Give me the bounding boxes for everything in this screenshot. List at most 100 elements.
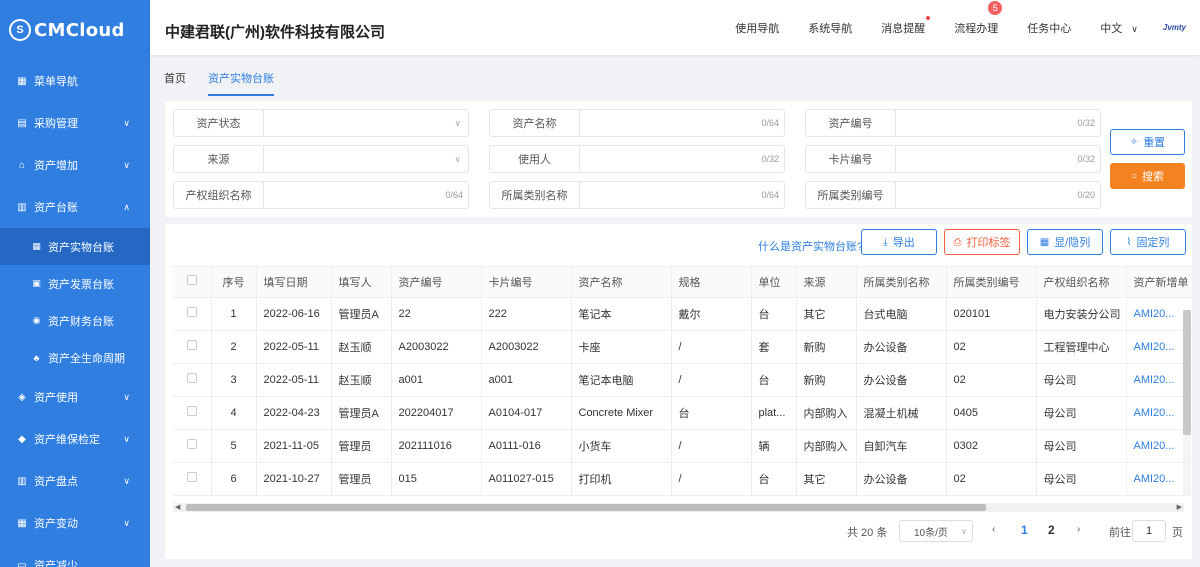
col-header[interactable]: 单位 bbox=[751, 267, 797, 298]
nav-process[interactable]: 流程办理 5 bbox=[954, 0, 1003, 36]
cube-icon: ◆ bbox=[18, 433, 26, 445]
table-cell: 台 bbox=[751, 462, 797, 496]
table-cell: / bbox=[671, 330, 752, 364]
sidebar-item-purchase[interactable]: ▤ 采购管理 ∨ bbox=[0, 102, 150, 144]
scroll-thumb[interactable] bbox=[186, 504, 986, 511]
sidebar-item-asset-ledger[interactable]: ▥ 资产台账 ∧ bbox=[0, 186, 150, 228]
table-row[interactable]: 5 2021-11-05 管理员 202111016 A0111-016 小货车 / 辆内部购… bbox=[173, 429, 1192, 463]
chevron-down-icon: ∨ bbox=[454, 117, 461, 128]
asset-status-select[interactable]: 资产状态 ∨ bbox=[173, 109, 469, 137]
table-cell: / bbox=[671, 429, 752, 463]
row-checkbox-cell[interactable] bbox=[173, 396, 212, 430]
asset-code-input[interactable]: 资产编号 0/32 bbox=[805, 109, 1101, 137]
checkbox[interactable] bbox=[186, 472, 197, 482]
col-header[interactable]: 资产名称 bbox=[571, 267, 672, 298]
checkbox[interactable] bbox=[186, 340, 197, 350]
category-name-input[interactable]: 所属类别名称 0/64 bbox=[489, 181, 785, 209]
scroll-thumb[interactable] bbox=[1183, 310, 1191, 435]
table-row[interactable]: 4 2022-04-23 管理员A 202204017 A0104-017 Concret… bbox=[173, 396, 1192, 430]
col-header[interactable]: 来源 bbox=[796, 267, 857, 298]
table-cell: 2022-04-23 bbox=[256, 396, 332, 430]
field-label: 所属类别编号 bbox=[806, 182, 896, 208]
table-row[interactable]: 6 2021-10-27 管理员 015 A011027-015 打印机 / 台其它 办公设备 0… bbox=[173, 462, 1192, 496]
nav-messages[interactable]: 消息提醒 bbox=[881, 15, 931, 36]
row-checkbox-cell[interactable] bbox=[173, 462, 212, 496]
user-input[interactable]: 使用人 0/32 bbox=[489, 145, 785, 173]
col-header[interactable]: 所属类别编号 bbox=[946, 267, 1037, 298]
sidebar-item-asset-use[interactable]: ◈ 资产使用 ∨ bbox=[0, 376, 150, 418]
print-label-button[interactable]: ⎙ 打印标签 bbox=[944, 229, 1020, 255]
field-label: 资产状态 bbox=[174, 110, 264, 136]
asset-name-input[interactable]: 资产名称 0/64 bbox=[489, 109, 785, 137]
checkbox[interactable] bbox=[186, 373, 197, 383]
source-select[interactable]: 来源 ∨ bbox=[173, 145, 469, 173]
sidebar-item-maintenance[interactable]: ◆ 资产维保检定 ∨ bbox=[0, 418, 150, 460]
checkbox[interactable] bbox=[186, 307, 197, 317]
sidebar-subitem-physical-ledger[interactable]: ▦ 资产实物台账 bbox=[0, 228, 150, 265]
sidebar-subitem-invoice-ledger[interactable]: ▣ 资产发票台账 bbox=[0, 265, 150, 302]
page-number[interactable]: 2 bbox=[1048, 523, 1055, 537]
checkbox[interactable] bbox=[186, 406, 197, 416]
table-row[interactable]: 1 2022-06-16 管理员A 22 222 笔记本 戴尔台其它 台式电脑 020101 电力… bbox=[173, 297, 1192, 331]
horizontal-scrollbar[interactable]: ◀ ▶ bbox=[173, 503, 1184, 512]
org-name-input[interactable]: 产权组织名称 0/64 bbox=[173, 181, 469, 209]
nav-system-guide[interactable]: 系统导航 bbox=[808, 20, 852, 36]
page-size-select[interactable]: 10条/页 ∨ bbox=[899, 520, 973, 542]
reset-button[interactable]: ✧ 重置 bbox=[1110, 129, 1185, 155]
row-checkbox-cell[interactable] bbox=[173, 297, 212, 331]
export-button[interactable]: ⤓ 导出 bbox=[861, 229, 937, 255]
table-cell: A2003022 bbox=[391, 330, 482, 364]
sidebar-item-asset-change[interactable]: ▦ 资产变动 ∨ bbox=[0, 502, 150, 544]
select-all-checkbox[interactable] bbox=[173, 267, 212, 298]
col-header[interactable]: 产权组织名称 bbox=[1036, 267, 1127, 298]
grid-icon: ▦ bbox=[32, 241, 41, 251]
sidebar-subitem-lifecycle[interactable]: ♣ 资产全生命周期 bbox=[0, 339, 150, 376]
checkbox[interactable] bbox=[186, 439, 197, 449]
vertical-scrollbar[interactable] bbox=[1183, 310, 1191, 496]
row-checkbox-cell[interactable] bbox=[173, 363, 212, 397]
sidebar: S CMCloud ▦ 菜单导航 ▤ 采购管理 ∨ ⌂ 资产增加 ∨ ▥ 资产台… bbox=[0, 0, 150, 567]
scroll-right-icon[interactable]: ▶ bbox=[1177, 503, 1182, 511]
page-number[interactable]: 1 bbox=[1021, 523, 1028, 537]
sidebar-item-asset-reduce[interactable]: ▭ 资产减少 bbox=[0, 544, 150, 567]
col-header[interactable]: 资产新增单 bbox=[1126, 267, 1192, 298]
col-header[interactable]: 序号 bbox=[211, 267, 257, 298]
col-header[interactable]: 规格 bbox=[671, 267, 752, 298]
col-header[interactable]: 资产编号 bbox=[391, 267, 482, 298]
scroll-left-icon[interactable]: ◀ bbox=[175, 503, 180, 511]
nav-task-center[interactable]: 任务中心 bbox=[1027, 20, 1071, 36]
table-cell: 202111016 bbox=[391, 429, 482, 463]
help-link[interactable]: 什么是资产实物台账? bbox=[758, 238, 863, 254]
sidebar-item-inventory[interactable]: ▥ 资产盘点 ∨ bbox=[0, 460, 150, 502]
table-row[interactable]: 3 2022-05-11 赵玉顺 a001 a001 笔记本电脑 / 台新购 办公设备 02 母公司… bbox=[173, 363, 1192, 397]
col-header[interactable]: 所属类别名称 bbox=[856, 267, 947, 298]
category-code-input[interactable]: 所属类别编号 0/20 bbox=[805, 181, 1101, 209]
col-header[interactable]: 填写日期 bbox=[256, 267, 332, 298]
sidebar-item-menu-nav[interactable]: ▦ 菜单导航 bbox=[0, 60, 150, 102]
col-header[interactable]: 填写人 bbox=[331, 267, 392, 298]
tab-home[interactable]: 首页 bbox=[164, 70, 186, 96]
prev-page-icon[interactable]: ‹ bbox=[992, 524, 995, 535]
fix-columns-button[interactable]: ⌇ 固定列 bbox=[1110, 229, 1186, 255]
checkbox[interactable] bbox=[186, 275, 197, 286]
goto-page-input[interactable]: 1 bbox=[1132, 520, 1166, 542]
col-header[interactable]: 卡片编号 bbox=[481, 267, 572, 298]
card-code-input[interactable]: 卡片编号 0/32 bbox=[805, 145, 1101, 173]
row-checkbox-cell[interactable] bbox=[173, 429, 212, 463]
top-header: 中建君联(广州)软件科技有限公司 使用导航 系统导航 消息提醒 流程办理 5 任… bbox=[150, 0, 1200, 55]
sidebar-subitem-finance-ledger[interactable]: ◉ 资产财务台账 bbox=[0, 302, 150, 339]
table-cell: 混凝土机械 bbox=[856, 396, 947, 430]
nav-usage-guide[interactable]: 使用导航 bbox=[735, 20, 779, 36]
language-select[interactable]: 中文 ∨ bbox=[1100, 20, 1138, 36]
sidebar-item-asset-add[interactable]: ⌂ 资产增加 ∨ bbox=[0, 144, 150, 186]
grid-icon: ▦ bbox=[17, 75, 27, 87]
search-button[interactable]: ○ 搜索 bbox=[1110, 163, 1185, 189]
next-page-icon[interactable]: › bbox=[1077, 524, 1080, 535]
top-nav: 使用导航 系统导航 消息提醒 流程办理 5 任务中心 中文 ∨ Jvmty bbox=[735, 0, 1200, 55]
table-cell: 办公设备 bbox=[856, 363, 947, 397]
table-row[interactable]: 2 2022-05-11 赵玉顺 A2003022 A2003022 卡座 / 套新购 办公设备… bbox=[173, 330, 1192, 364]
row-checkbox-cell[interactable] bbox=[173, 330, 212, 364]
table-cell: 台 bbox=[751, 297, 797, 331]
toggle-columns-button[interactable]: ▦ 显/隐列 bbox=[1027, 229, 1103, 255]
tab-physical-ledger[interactable]: 资产实物台账 bbox=[208, 70, 274, 96]
